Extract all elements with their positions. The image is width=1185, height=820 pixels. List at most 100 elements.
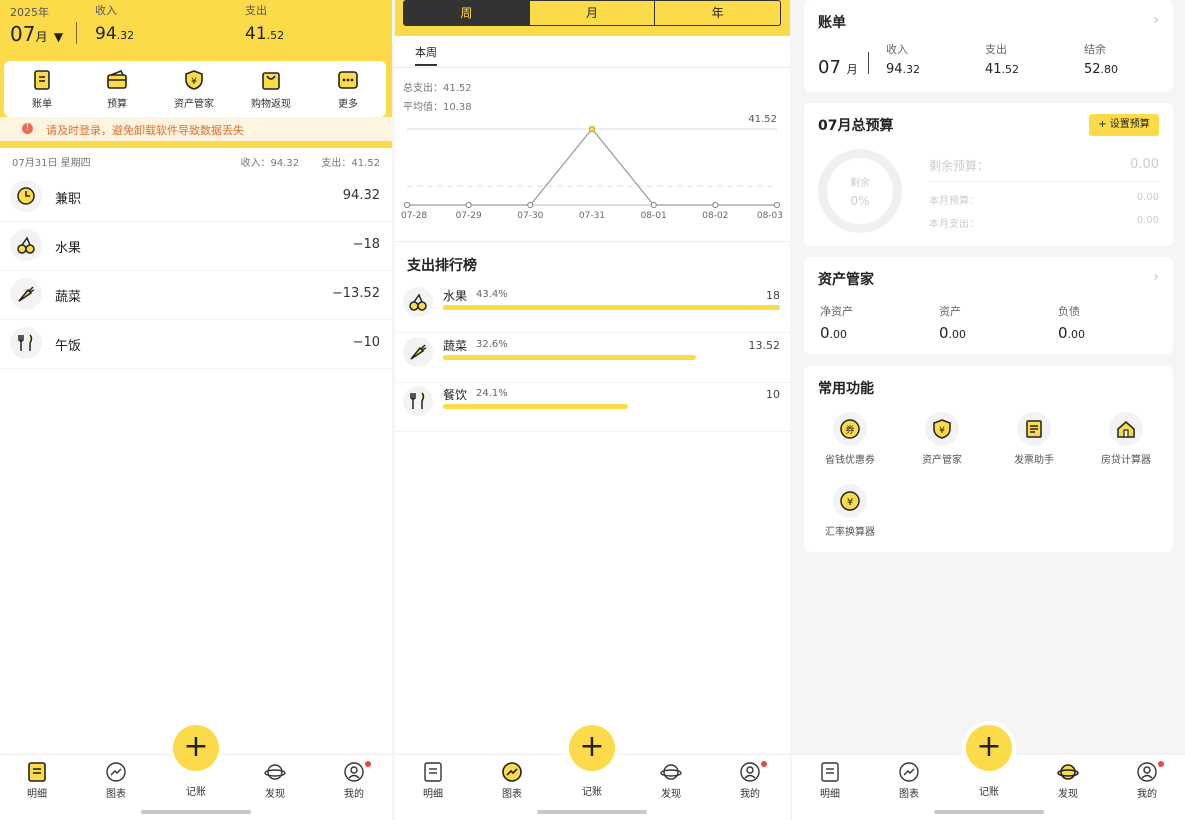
- tab-this-week[interactable]: 本周: [415, 44, 437, 60]
- nav-detail[interactable]: 明细: [408, 761, 458, 800]
- trend-chart-icon: [106, 762, 126, 782]
- user-icon: [344, 762, 364, 782]
- home-indicator: [537, 810, 647, 814]
- nav-mine[interactable]: 我的: [1122, 761, 1172, 800]
- tool-label: 汇率换算器: [825, 527, 875, 538]
- quick-bill-button[interactable]: 账单: [12, 69, 72, 110]
- quick-assets-button[interactable]: ¥ 资产管家: [164, 69, 224, 110]
- weekly-expense-chart: 41.52 07-28 07-29 07-30 07-31 08-01 08-02 08-0…: [401, 114, 783, 221]
- notification-dot: [365, 761, 371, 767]
- bill-income-label: 收入: [886, 43, 908, 56]
- category-icon-circle: [403, 287, 433, 317]
- list-item[interactable]: 水果 −18: [0, 223, 392, 271]
- add-record-button[interactable]: +: [569, 725, 615, 771]
- bill-income-int: 94: [886, 62, 903, 77]
- tool-invoice[interactable]: 发票助手: [992, 412, 1076, 466]
- list-doc-icon: [424, 762, 442, 782]
- ring-value: 0%: [850, 194, 870, 208]
- quick-item-label: 账单: [32, 99, 52, 110]
- ranking-percent: 43.4%: [476, 289, 508, 300]
- nav-discover[interactable]: 发现: [250, 761, 300, 800]
- data-point[interactable]: [712, 201, 719, 209]
- ranking-row[interactable]: 餐饮 24.1% 10: [395, 384, 790, 432]
- segment-week[interactable]: 周: [404, 1, 530, 25]
- data-point[interactable]: [773, 201, 781, 209]
- bill-expense-value: 41.52: [985, 62, 1019, 77]
- ranking-amount: 13.52: [748, 339, 781, 352]
- nav-chart[interactable]: 图表: [487, 761, 537, 800]
- tool-assets[interactable]: ¥ 资产管家: [900, 412, 984, 466]
- category-icon-circle: [10, 229, 42, 261]
- tool-exchange[interactable]: ¥ 汇率换算器: [808, 484, 892, 538]
- tool-label: 资产管家: [922, 455, 962, 466]
- debt-dec: .00: [1067, 328, 1086, 341]
- tools-title: 常用功能: [818, 381, 874, 397]
- category-icon-circle: [10, 180, 42, 212]
- nav-discover[interactable]: 发现: [1043, 761, 1093, 800]
- add-record-label: 记账: [979, 787, 999, 798]
- add-record-button[interactable]: +: [173, 725, 219, 771]
- carrot-icon: [410, 344, 427, 360]
- home-indicator: [934, 810, 1044, 814]
- quick-item-label: 预算: [107, 99, 127, 110]
- data-point[interactable]: [465, 201, 472, 209]
- add-record-button[interactable]: +: [966, 725, 1012, 771]
- nav-mine[interactable]: 我的: [329, 761, 379, 800]
- list-item[interactable]: 午饭 −10: [0, 321, 392, 369]
- ranking-percent: 24.1%: [476, 388, 508, 399]
- segment-month[interactable]: 月: [530, 1, 656, 25]
- x-tick-label: 08-03: [757, 211, 783, 221]
- month-selector[interactable]: 07月 ▼: [10, 22, 63, 46]
- quick-budget-button[interactable]: 预算: [87, 69, 147, 110]
- home-indicator: [141, 810, 251, 814]
- nav-mine[interactable]: 我的: [725, 761, 775, 800]
- data-point[interactable]: [403, 201, 411, 209]
- assets-card[interactable]: 资产管家 › 净资产 0.00 资产 0.00 负债 0.00: [804, 257, 1173, 354]
- month-number: 07: [10, 22, 36, 46]
- ranking-row[interactable]: 蔬菜 32.6% 13.52: [395, 335, 790, 383]
- tool-icon-circle: ¥: [833, 484, 867, 518]
- nav-detail[interactable]: 明细: [805, 761, 855, 800]
- detail-screen: 2025年 07月 ▼ 收入 94.32 支出 41.52 账单 预算 ¥ 资产…: [0, 0, 392, 820]
- nav-discover[interactable]: 发现: [646, 761, 696, 800]
- list-item[interactable]: 兼职 94.32: [0, 174, 392, 222]
- data-point[interactable]: [650, 201, 657, 209]
- data-point[interactable]: [588, 125, 596, 133]
- tool-icon-circle: [1017, 412, 1051, 446]
- remaining-label: 剩余预算：: [929, 159, 990, 173]
- tab-underline: [415, 64, 437, 66]
- segment-year[interactable]: 年: [655, 1, 780, 25]
- tool-coupon[interactable]: 券 省钱优惠券: [808, 412, 892, 466]
- nav-chart[interactable]: 图表: [91, 761, 141, 800]
- bill-income-value: 94.32: [886, 62, 920, 77]
- month-budget-label: 本月预算：: [929, 196, 979, 207]
- period-segmented-control: 周 月 年: [403, 0, 781, 26]
- nav-chart[interactable]: 图表: [884, 761, 934, 800]
- warning-text: 请及时登录，避免卸载软件导致数据丢失: [46, 124, 244, 137]
- list-item[interactable]: 蔬菜 −13.52: [0, 272, 392, 320]
- day-date: 07月31日 星期四: [12, 158, 91, 169]
- quick-cashback-button[interactable]: 购物返现: [241, 69, 301, 110]
- tool-mortgage[interactable]: 房贷计算器: [1084, 412, 1168, 466]
- expense-label: 支出: [245, 4, 267, 17]
- debt-label: 负债: [1058, 305, 1080, 318]
- income-value: 94.32: [95, 24, 134, 44]
- quick-more-button[interactable]: 更多: [318, 69, 378, 110]
- shield-yen-icon: ¥: [933, 419, 951, 439]
- nav-detail[interactable]: 明细: [12, 761, 62, 800]
- bill-month-num: 07: [818, 57, 841, 78]
- bill-card[interactable]: 账单 › 07 月 收入 94.32 支出 41.52 结余 52.80: [804, 0, 1173, 92]
- bottom-nav: 明细 图表 + 记账 发现 我的: [395, 725, 790, 820]
- notification-dot: [1158, 761, 1164, 767]
- bill-income-dec: .32: [902, 63, 921, 76]
- login-warning-banner[interactable]: ! 请及时登录，避免卸载软件导致数据丢失: [0, 117, 392, 141]
- set-budget-button[interactable]: + 设置预算: [1089, 114, 1159, 136]
- item-amount: −10: [352, 335, 380, 350]
- ranking-row[interactable]: 水果 43.4% 18: [395, 285, 790, 333]
- series-line: [407, 128, 777, 206]
- bill-balance-dec: .80: [1100, 63, 1119, 76]
- tool-label: 发票助手: [1014, 455, 1054, 466]
- day-income: 收入：94.32: [240, 158, 300, 169]
- ranking-name: 餐饮: [443, 388, 468, 402]
- data-point[interactable]: [527, 201, 534, 209]
